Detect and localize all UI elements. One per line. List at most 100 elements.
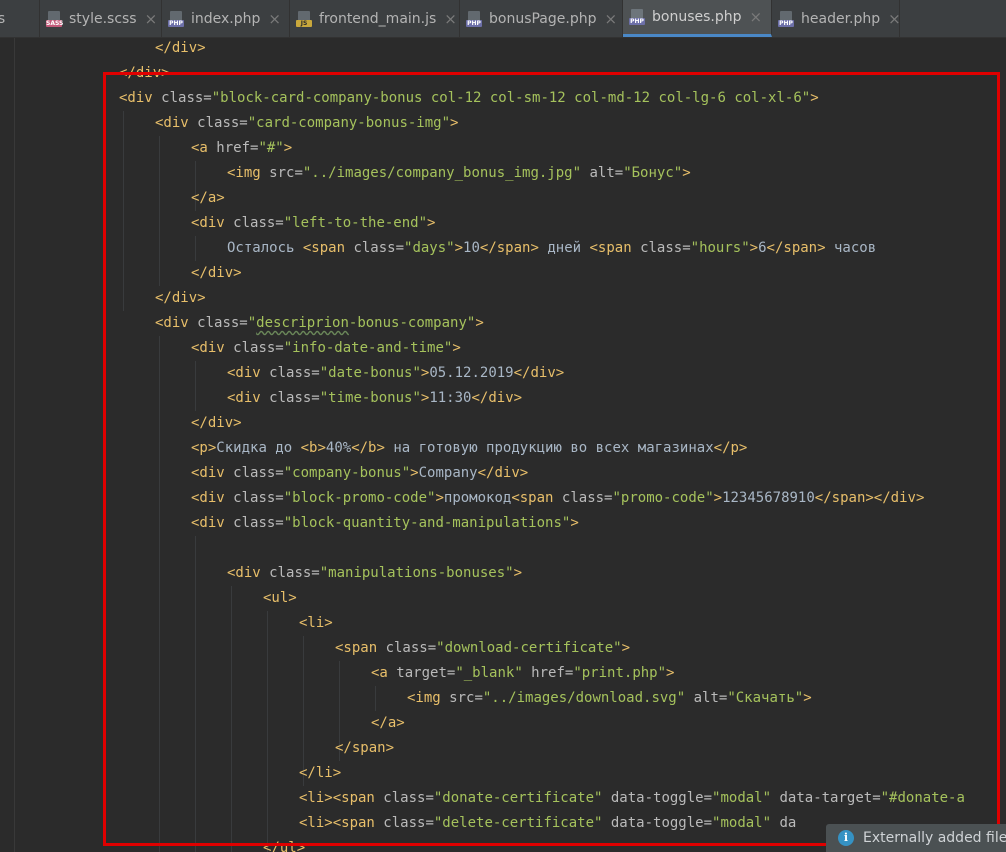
indent-guide bbox=[195, 236, 196, 261]
code-token: class= bbox=[269, 565, 320, 581]
code-line: <img src="../images/download.svg" alt="С… bbox=[407, 686, 812, 711]
tab-bonuspage-php[interactable]: PHP bonusPage.php × bbox=[460, 0, 623, 37]
code-token: "modal" bbox=[712, 815, 772, 831]
code-editor[interactable]: </div> </div> <div class="block-card-compa… bbox=[0, 38, 1006, 852]
code-token: > bbox=[810, 90, 819, 106]
code-token: href= bbox=[522, 665, 574, 681]
tab-bonuses-php[interactable]: PHP bonuses.php × bbox=[623, 0, 772, 37]
code-token: data-toggle= bbox=[602, 790, 713, 806]
code-line: <li> bbox=[299, 611, 333, 636]
tab-js[interactable]: js bbox=[0, 0, 40, 37]
close-icon[interactable]: × bbox=[750, 8, 763, 26]
code-token: "Скачать" bbox=[727, 690, 804, 706]
code-token: <b> bbox=[300, 440, 326, 456]
code-token: </div> bbox=[119, 65, 170, 81]
close-icon[interactable]: × bbox=[145, 10, 158, 28]
tab-frontend-main-js[interactable]: JS frontend_main.js × bbox=[290, 0, 460, 37]
code-token: > bbox=[682, 165, 691, 181]
notification-balloon[interactable]: i Externally added files bbox=[826, 824, 1006, 852]
code-token: </div> bbox=[191, 265, 242, 281]
code-token: <div bbox=[191, 215, 234, 231]
code-token: "block-promo-code" bbox=[283, 490, 436, 506]
tab-label: header.php bbox=[801, 10, 881, 27]
code-token: <span bbox=[589, 240, 641, 256]
code-line: </span> bbox=[335, 736, 394, 761]
code-token: 6 bbox=[758, 240, 767, 256]
code-token: </b> bbox=[351, 440, 385, 456]
code-token: class= bbox=[233, 215, 284, 231]
close-icon[interactable]: × bbox=[604, 10, 617, 28]
close-icon[interactable]: × bbox=[444, 10, 457, 28]
code-token: </span> bbox=[335, 740, 395, 756]
code-token: > bbox=[283, 140, 293, 156]
code-token: class= bbox=[233, 490, 284, 506]
indent-guide bbox=[123, 111, 124, 311]
code-token: 05.12.2019 bbox=[429, 365, 514, 381]
code-token: <img bbox=[227, 165, 270, 181]
code-line: Осталось <span class="days">10</span> дн… bbox=[227, 236, 876, 261]
code-line: </div> bbox=[191, 411, 242, 436]
code-token: > bbox=[666, 665, 675, 681]
code-token: > bbox=[454, 240, 464, 256]
code-token: class= bbox=[197, 115, 248, 131]
code-token: alt= bbox=[685, 690, 728, 706]
close-icon[interactable]: × bbox=[268, 10, 281, 28]
code-line: </a> bbox=[371, 711, 405, 736]
code-token: > bbox=[713, 490, 723, 506]
code-line: <img src="../images/company_bonus_img.jp… bbox=[227, 161, 691, 186]
tab-index-php[interactable]: PHP index.php × bbox=[162, 0, 290, 37]
tab-label: js bbox=[0, 11, 5, 27]
code-token: </span> bbox=[766, 240, 826, 256]
code-token: 12345678910 bbox=[722, 490, 815, 506]
code-line: </div> bbox=[155, 38, 206, 61]
code-token: </div> bbox=[191, 415, 242, 431]
code-token: "block-card-company-bonus col-12 col-sm-… bbox=[211, 90, 811, 106]
code-token: > bbox=[475, 315, 484, 331]
code-token: "card-company-bonus-img" bbox=[247, 115, 451, 131]
code-token: <li> bbox=[299, 615, 333, 631]
code-line: </div> bbox=[155, 286, 206, 311]
code-token: > bbox=[513, 565, 523, 581]
code-line: </li> bbox=[299, 761, 341, 786]
code-token: > bbox=[803, 690, 812, 706]
code-token: src= bbox=[449, 690, 483, 706]
code-token: "_blank" bbox=[455, 665, 523, 681]
code-token: </a> bbox=[191, 190, 225, 206]
code-line: </ul> bbox=[263, 836, 305, 852]
close-icon[interactable]: × bbox=[888, 10, 901, 28]
code-line: </div> bbox=[119, 61, 170, 86]
tab-label: index.php bbox=[191, 10, 261, 27]
code-token: descriprion bbox=[256, 315, 349, 331]
code-token: на готовую продукцию во всех магазинах bbox=[384, 440, 714, 456]
tab-style-scss[interactable]: SASS style.scss × bbox=[40, 0, 162, 37]
code-token: 11:30 bbox=[429, 390, 472, 406]
code-token: <div bbox=[119, 90, 162, 106]
code-token: дней bbox=[538, 240, 590, 256]
indent-guide bbox=[267, 611, 268, 852]
code-token: "info-date-and-time" bbox=[283, 340, 453, 356]
indent-guide bbox=[231, 586, 232, 852]
code-token: </div> bbox=[155, 290, 206, 306]
code-token: <div bbox=[191, 490, 234, 506]
code-token: <span bbox=[335, 640, 386, 656]
code-line: <div class="manipulations-bonuses"> bbox=[227, 561, 522, 586]
tab-header-php[interactable]: PHP header.php × bbox=[772, 0, 901, 37]
code-line: <div class="info-date-and-time"> bbox=[191, 336, 461, 361]
code-token: <span bbox=[511, 490, 562, 506]
code-token: "time-bonus" bbox=[319, 390, 421, 406]
code-token: class= bbox=[269, 390, 320, 406]
code-token: class= bbox=[161, 90, 212, 106]
code-token: <p> bbox=[191, 440, 217, 456]
code-token: "left-to-the-end" bbox=[283, 215, 428, 231]
code-token: <div bbox=[227, 390, 270, 406]
code-token: <div bbox=[155, 115, 198, 131]
php-file-icon: PHP bbox=[168, 10, 184, 27]
code-token: class= bbox=[233, 515, 284, 531]
indent-guide bbox=[159, 136, 160, 286]
php-file-icon: PHP bbox=[629, 9, 645, 25]
code-line: <div class="descriprion-bonus-company"> bbox=[155, 311, 484, 336]
code-token: Company bbox=[418, 465, 478, 481]
code-token: class= bbox=[233, 465, 284, 481]
code-token: class= bbox=[353, 240, 405, 256]
code-line: <div class="block-card-company-bonus col… bbox=[119, 86, 819, 111]
